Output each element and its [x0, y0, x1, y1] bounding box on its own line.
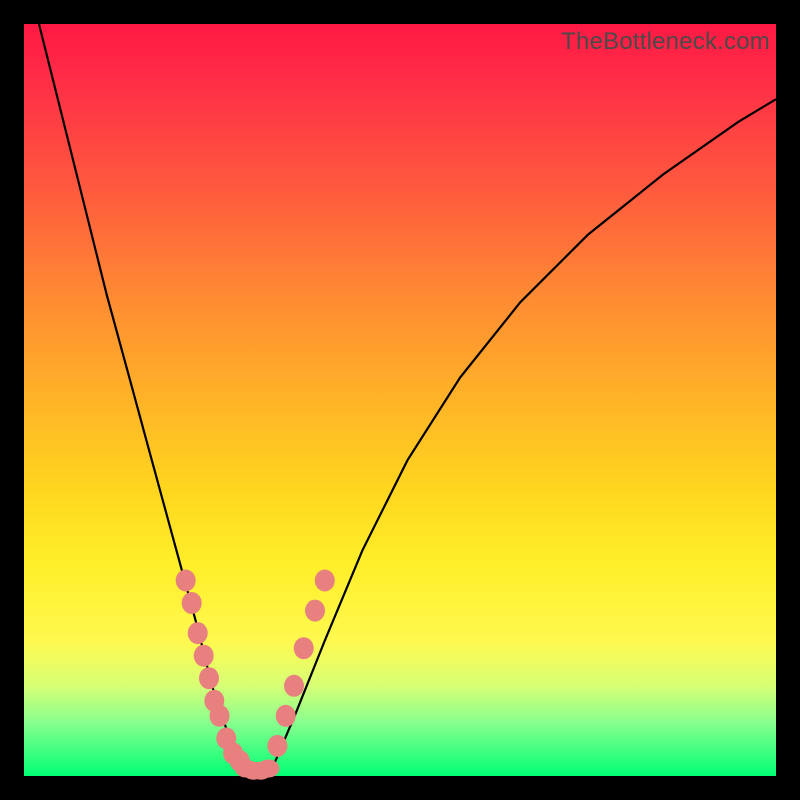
data-blob — [176, 570, 196, 592]
data-blob — [188, 622, 208, 644]
chart-frame: TheBottleneck.com — [0, 0, 800, 800]
data-blob — [257, 760, 279, 778]
v-curve — [39, 24, 776, 769]
data-blob — [182, 592, 202, 614]
curve-svg — [24, 24, 776, 776]
data-blob — [294, 637, 314, 659]
data-blob — [210, 705, 230, 727]
data-blob — [199, 667, 219, 689]
data-blob — [194, 645, 214, 667]
data-blob — [305, 600, 325, 622]
plot-area: TheBottleneck.com — [24, 24, 776, 776]
data-blob — [284, 675, 304, 697]
data-blob — [315, 570, 335, 592]
data-blob — [276, 705, 296, 727]
data-blob — [267, 735, 287, 757]
